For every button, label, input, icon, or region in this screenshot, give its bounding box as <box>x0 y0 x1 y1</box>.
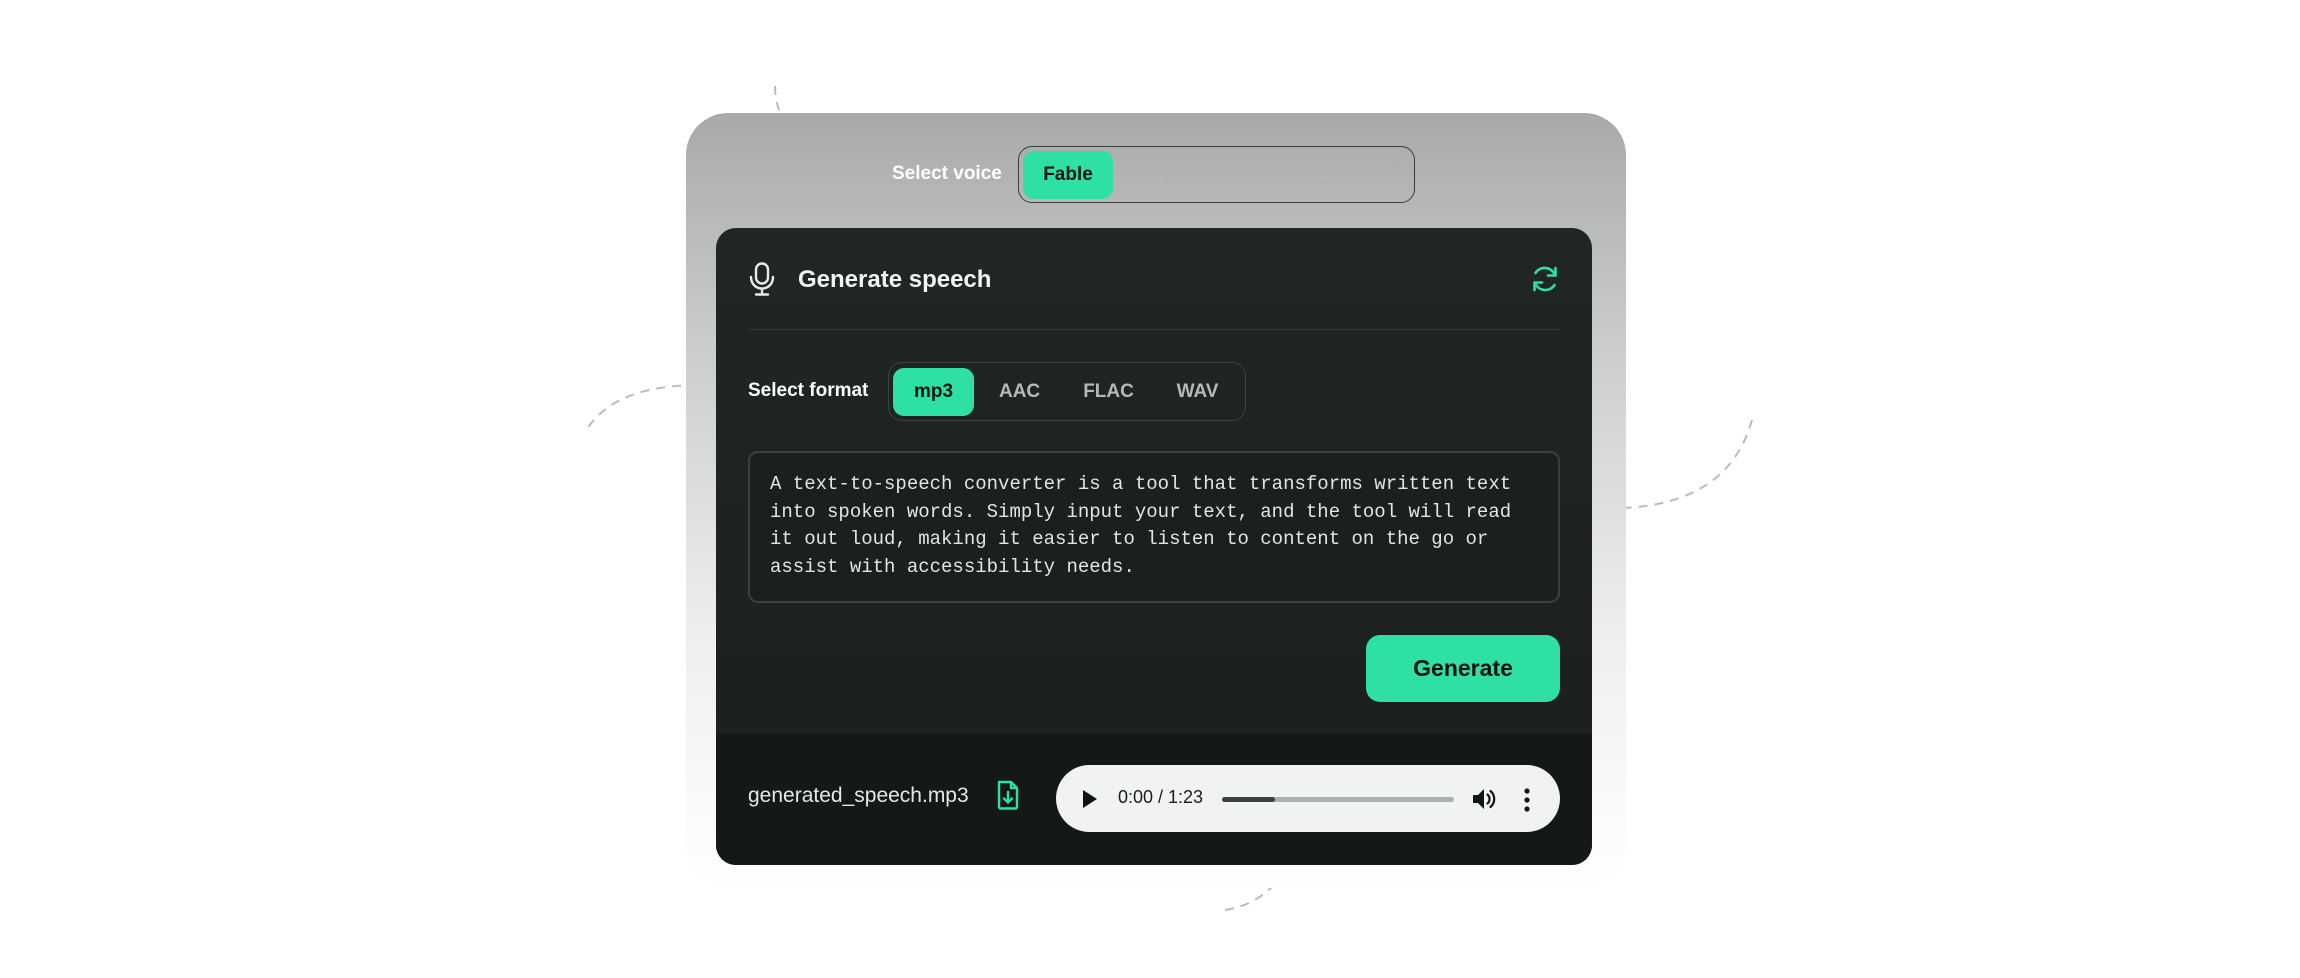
speech-text-input[interactable]: A text-to-speech converter is a tool tha… <box>748 451 1560 603</box>
format-option-aac[interactable]: AAC <box>976 368 1063 416</box>
voice-option-sage[interactable]: Sage <box>1117 151 1186 199</box>
format-label: Select format <box>748 380 869 401</box>
file-download-icon[interactable] <box>996 780 1020 810</box>
seek-bar-progress <box>1222 797 1276 802</box>
voice-option-fable[interactable]: Fable <box>1023 150 1113 199</box>
header-divider <box>748 329 1560 330</box>
volume-icon[interactable] <box>1472 787 1498 811</box>
format-selector: mp3 AAC FLAC WAV <box>888 362 1246 421</box>
microphone-icon <box>749 262 775 296</box>
format-option-wav[interactable]: WAV <box>1154 368 1241 416</box>
card-header: Generate speech <box>748 258 1560 318</box>
voice-option-ash[interactable]: Ash <box>1190 151 1250 199</box>
generate-speech-card: Generate speech Select format mp3 AAC FL… <box>716 228 1592 865</box>
card-title: Generate speech <box>798 266 992 293</box>
voice-selector: Fable Sage Ash Shimmer <box>1018 146 1415 203</box>
refresh-icon[interactable] <box>1530 264 1560 294</box>
playback-time: 0:00 / 1:23 <box>1118 787 1204 807</box>
generate-button[interactable]: Generate <box>1366 635 1560 702</box>
more-vertical-icon[interactable] <box>1523 787 1531 813</box>
voice-label: Select voice <box>892 163 1002 184</box>
output-filename: generated_speech.mp3 <box>748 784 969 807</box>
output-footer: generated_speech.mp3 0:00 / 1:23 <box>716 734 1592 865</box>
format-option-flac[interactable]: FLAC <box>1065 368 1152 416</box>
audio-player: 0:00 / 1:23 <box>1056 765 1560 832</box>
play-icon[interactable] <box>1082 789 1098 809</box>
seek-bar[interactable] <box>1222 797 1454 802</box>
format-option-mp3[interactable]: mp3 <box>893 367 975 416</box>
voice-option-shimmer[interactable]: Shimmer <box>1254 151 1359 199</box>
